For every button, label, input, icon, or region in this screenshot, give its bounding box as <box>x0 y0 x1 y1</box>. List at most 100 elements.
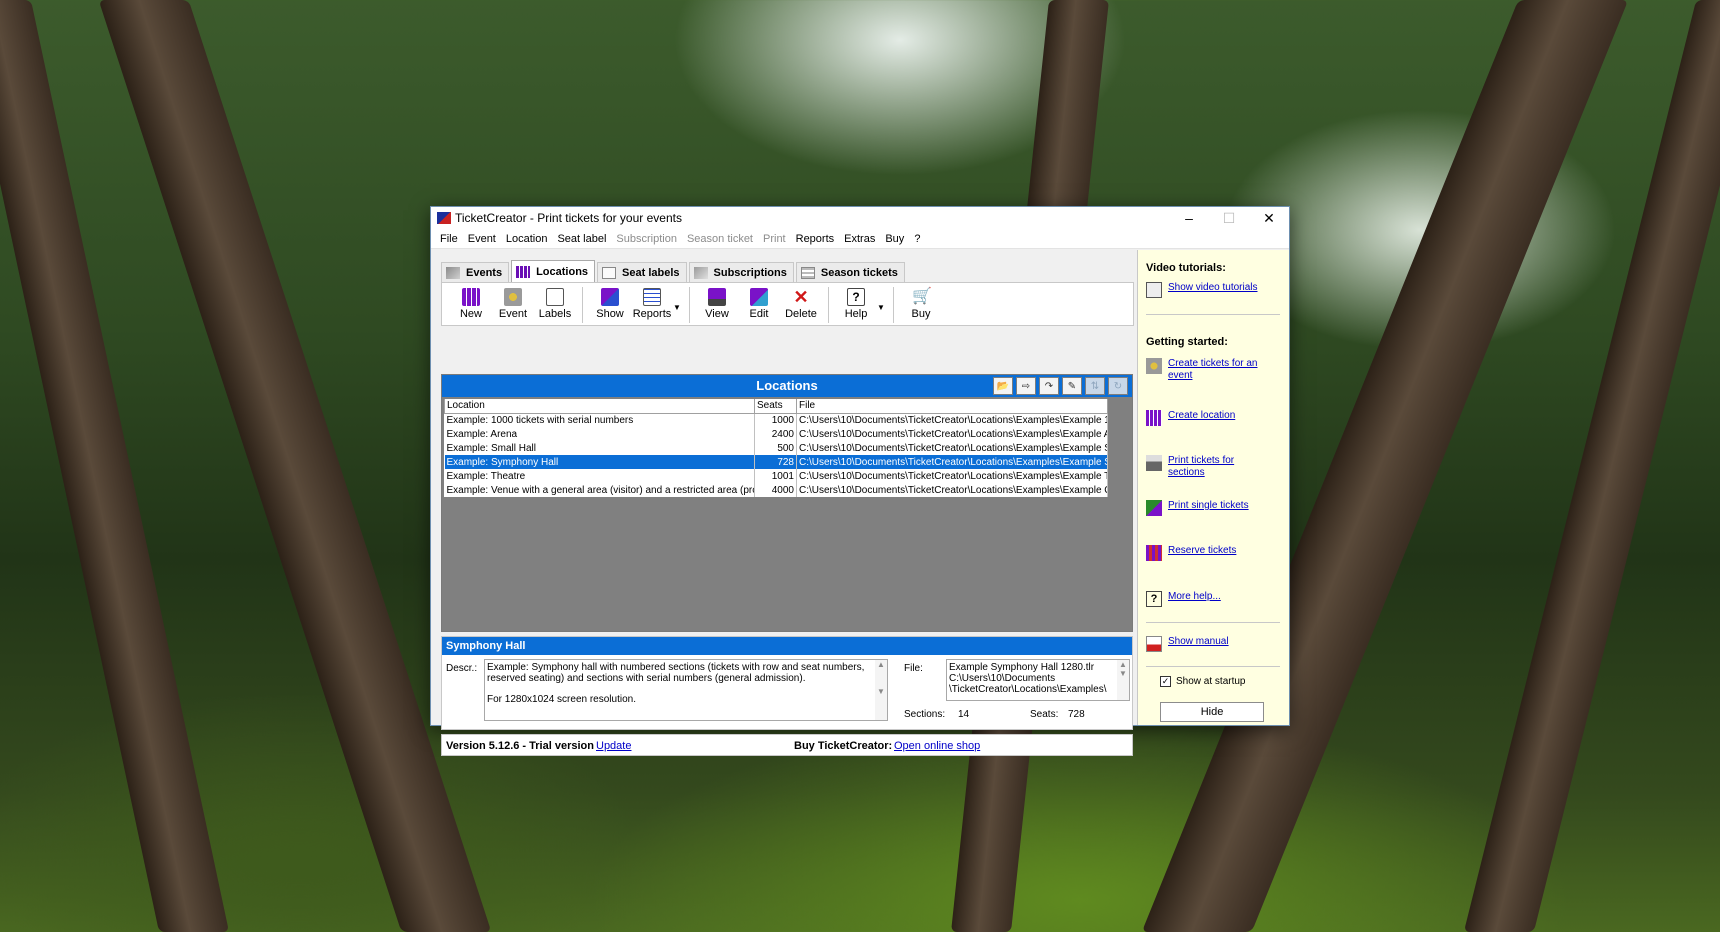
title-bar[interactable]: TicketCreator - Print tickets for your e… <box>431 207 1289 229</box>
link-icon[interactable]: ↷ <box>1039 377 1059 395</box>
file-scrollbar[interactable]: ▲ ▼ <box>1117 660 1129 700</box>
menu-subscription[interactable]: Subscription <box>611 233 682 245</box>
sidebar-divider <box>1146 314 1280 315</box>
main-panel: Events Locations Seat labels Subscriptio… <box>435 250 1134 756</box>
file-textbox[interactable]: Example Symphony Hall 1280.tlr C:\Users\… <box>946 659 1130 701</box>
table-row[interactable]: Example: Theatre 1001 C:\Users\10\Docume… <box>444 469 1108 483</box>
menu-seat-label[interactable]: Seat label <box>552 233 611 245</box>
show-manual-link[interactable]: Show manual <box>1168 636 1268 648</box>
reports-icon <box>643 288 661 306</box>
print-single-item[interactable]: Print single tickets <box>1146 500 1268 516</box>
menu-buy[interactable]: Buy <box>880 233 909 245</box>
help-button[interactable]: ? Help <box>835 285 877 320</box>
column-header-file[interactable]: File <box>796 399 1108 414</box>
labels-button[interactable]: Labels <box>534 285 576 320</box>
toolbar-separator <box>893 287 894 323</box>
tab-seat-labels[interactable]: Seat labels <box>597 262 687 282</box>
menu-file[interactable]: File <box>435 233 463 245</box>
tab-events[interactable]: Events <box>441 262 510 282</box>
file-label: File: <box>904 663 923 674</box>
ticket-event-icon <box>1146 358 1162 374</box>
tab-subscriptions[interactable]: Subscriptions <box>688 262 794 282</box>
menu-help[interactable]: ? <box>909 233 925 245</box>
description-scrollbar[interactable]: ▲ ▼ <box>875 660 887 720</box>
locations-table: Location Seats File Example: 1000 ticket… <box>444 399 1108 497</box>
print-single-link[interactable]: Print single tickets <box>1168 500 1268 512</box>
tab-subscriptions-label: Subscriptions <box>713 266 787 279</box>
menu-season-ticket[interactable]: Season ticket <box>682 233 758 245</box>
show-manual-item[interactable]: Show manual <box>1146 636 1268 652</box>
create-tickets-link[interactable]: Create tickets for an event <box>1168 358 1268 382</box>
events-icon <box>446 266 460 279</box>
table-row-selected[interactable]: Example: Symphony Hall 728 C:\Users\10\D… <box>444 455 1108 469</box>
refresh-icon[interactable]: ↻ <box>1108 377 1128 395</box>
table-row[interactable]: Example: 1000 tickets with serial number… <box>444 413 1108 427</box>
show-video-tutorials-item[interactable]: Show video tutorials <box>1146 282 1268 298</box>
version-text: Version 5.12.6 - Trial version <box>446 740 594 752</box>
open-folder-icon[interactable]: 📂 <box>993 377 1013 395</box>
create-tickets-item[interactable]: Create tickets for an event <box>1146 358 1268 382</box>
column-header-location[interactable]: Location <box>444 399 755 414</box>
help-dropdown-icon[interactable]: ▼ <box>877 303 887 312</box>
cell-location: Example: Theatre <box>444 469 755 483</box>
reports-dropdown-icon[interactable]: ▼ <box>673 303 683 312</box>
print-sections-item[interactable]: Print tickets for sections <box>1146 455 1268 479</box>
reserve-tickets-item[interactable]: Reserve tickets <box>1146 545 1268 561</box>
column-header-seats[interactable]: Seats <box>754 399 797 414</box>
video-icon <box>1146 282 1162 298</box>
table-row[interactable]: Example: Arena 2400 C:\Users\10\Document… <box>444 427 1108 441</box>
menu-event[interactable]: Event <box>463 233 501 245</box>
description-textbox[interactable]: Example: Symphony hall with numbered sec… <box>484 659 888 721</box>
delete-button[interactable]: ✕ Delete <box>780 285 822 320</box>
view-button[interactable]: View <box>696 285 738 320</box>
tab-season-tickets[interactable]: Season tickets <box>795 262 905 282</box>
sections-label: Sections: <box>904 709 946 720</box>
menu-extras[interactable]: Extras <box>839 233 880 245</box>
tab-season-tickets-label: Season tickets <box>820 266 898 279</box>
notes-icon[interactable]: ✎ <box>1062 377 1082 395</box>
menu-print[interactable]: Print <box>758 233 791 245</box>
cell-location: Example: Small Hall <box>444 441 755 455</box>
buy-button[interactable]: 🛒 Buy <box>900 285 942 320</box>
getting-started-heading: Getting started: <box>1146 336 1228 348</box>
cell-file: C:\Users\10\Documents\TicketCreator\Loca… <box>796 469 1108 483</box>
maximize-button[interactable]: ☐ <box>1209 207 1249 229</box>
close-button[interactable]: ✕ <box>1249 207 1289 229</box>
reserve-tickets-link[interactable]: Reserve tickets <box>1168 545 1268 557</box>
event-button[interactable]: Event <box>492 285 534 320</box>
location-icon <box>1146 410 1162 426</box>
online-shop-link[interactable]: Open online shop <box>894 740 980 752</box>
print-single-icon <box>1146 500 1162 516</box>
new-button[interactable]: New <box>450 285 492 320</box>
more-help-link[interactable]: More help... <box>1168 591 1268 603</box>
more-help-item[interactable]: ? More help... <box>1146 591 1268 607</box>
create-location-item[interactable]: Create location <box>1146 410 1268 426</box>
create-location-link[interactable]: Create location <box>1168 410 1268 422</box>
hide-button[interactable]: Hide <box>1160 702 1264 722</box>
print-sections-link[interactable]: Print tickets for sections <box>1168 455 1268 479</box>
show-button[interactable]: Show <box>589 285 631 320</box>
reports-button[interactable]: Reports <box>631 285 673 320</box>
help-icon: ? <box>847 288 865 306</box>
labels-button-label: Labels <box>538 308 572 320</box>
minimize-button[interactable]: – <box>1169 207 1209 229</box>
app-icon <box>437 212 451 224</box>
reports-button-label: Reports <box>632 308 672 320</box>
table-row[interactable]: Example: Venue with a general area (visi… <box>444 483 1108 497</box>
edit-button[interactable]: Edit <box>738 285 780 320</box>
show-at-startup-row[interactable]: ✓ Show at startup <box>1160 676 1245 687</box>
show-video-tutorials-link[interactable]: Show video tutorials <box>1168 282 1268 294</box>
descr-label: Descr.: <box>446 663 478 674</box>
sort-icon[interactable]: ⇅ <box>1085 377 1105 395</box>
menu-reports[interactable]: Reports <box>791 233 840 245</box>
table-row[interactable]: Example: Small Hall 500 C:\Users\10\Docu… <box>444 441 1108 455</box>
update-link[interactable]: Update <box>596 740 631 752</box>
tab-locations[interactable]: Locations <box>511 260 596 282</box>
export-icon[interactable]: ⇨ <box>1016 377 1036 395</box>
menu-location[interactable]: Location <box>501 233 553 245</box>
detail-title: Symphony Hall <box>442 637 1132 655</box>
cart-icon: 🛒 <box>912 288 932 305</box>
help-sidebar: Video tutorials: Show video tutorials Ge… <box>1137 250 1289 725</box>
subscriptions-icon <box>693 266 708 279</box>
show-at-startup-checkbox[interactable]: ✓ <box>1160 676 1171 687</box>
